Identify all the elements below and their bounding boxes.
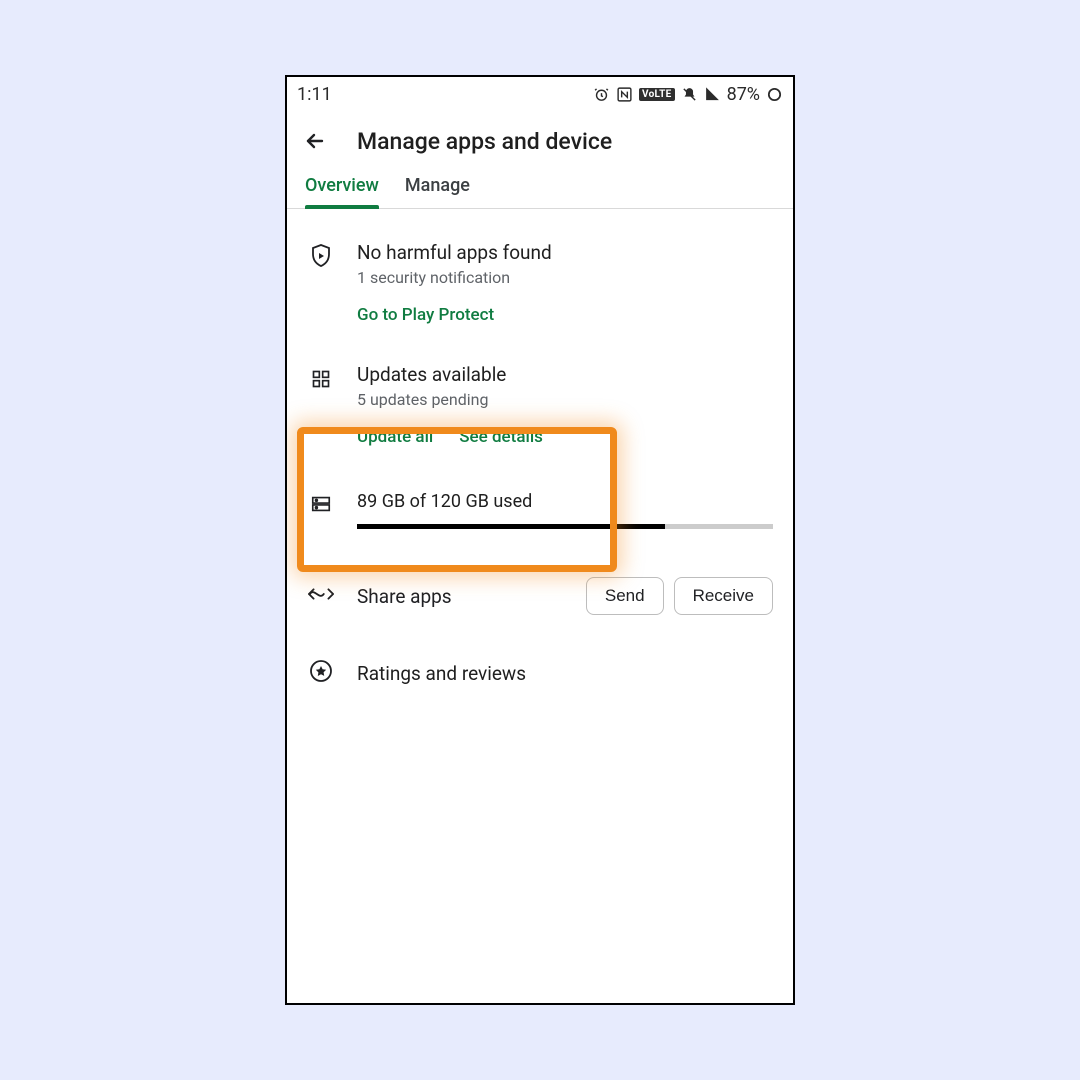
update-all-link[interactable]: Update all <box>357 427 433 447</box>
page-title: Manage apps and device <box>357 128 612 155</box>
storage-text: 89 GB of 120 GB used <box>357 491 773 512</box>
go-to-play-protect-link[interactable]: Go to Play Protect <box>357 305 494 325</box>
notifications-off-icon <box>681 86 698 103</box>
storage-fill <box>357 524 665 529</box>
status-time: 1:11 <box>297 84 332 105</box>
signal-icon <box>704 86 721 103</box>
updates-title: Updates available <box>357 363 773 386</box>
back-button[interactable] <box>301 127 329 155</box>
nfc-icon <box>616 86 633 103</box>
protect-subtitle: 1 security notification <box>357 268 773 287</box>
storage-section[interactable]: 89 GB of 120 GB used <box>287 465 793 549</box>
app-header: Manage apps and device <box>287 111 793 165</box>
status-bar: 1:11 VoLTE 87% <box>287 77 793 111</box>
share-icon <box>308 584 334 608</box>
storage-bar <box>357 524 773 529</box>
volte-icon: VoLTE <box>639 88 675 101</box>
updates-section[interactable]: Updates available 5 updates pending Upda… <box>287 345 793 465</box>
battery-circle-icon <box>766 86 783 103</box>
alarm-icon <box>593 86 610 103</box>
share-apps-section: Share apps Send Receive <box>287 549 793 635</box>
ratings-title: Ratings and reviews <box>357 662 773 685</box>
tab-overview[interactable]: Overview <box>305 175 379 208</box>
receive-button[interactable]: Receive <box>674 577 773 615</box>
storage-icon <box>310 493 332 519</box>
shield-icon <box>309 243 333 273</box>
star-circle-icon <box>309 659 333 687</box>
tabs: Overview Manage <box>287 165 793 209</box>
phone-frame: 1:11 VoLTE 87% Manage apps and d <box>285 75 795 1005</box>
protect-title: No harmful apps found <box>357 241 773 264</box>
apps-grid-icon <box>311 369 331 393</box>
content: No harmful apps found 1 security notific… <box>287 209 793 717</box>
updates-subtitle: 5 updates pending <box>357 390 773 409</box>
see-details-link[interactable]: See details <box>459 427 543 447</box>
tab-manage[interactable]: Manage <box>405 175 470 208</box>
send-button[interactable]: Send <box>586 577 664 615</box>
play-protect-section[interactable]: No harmful apps found 1 security notific… <box>287 219 793 345</box>
share-title: Share apps <box>357 585 576 608</box>
ratings-section[interactable]: Ratings and reviews <box>287 635 793 707</box>
battery-percent: 87% <box>727 84 760 105</box>
